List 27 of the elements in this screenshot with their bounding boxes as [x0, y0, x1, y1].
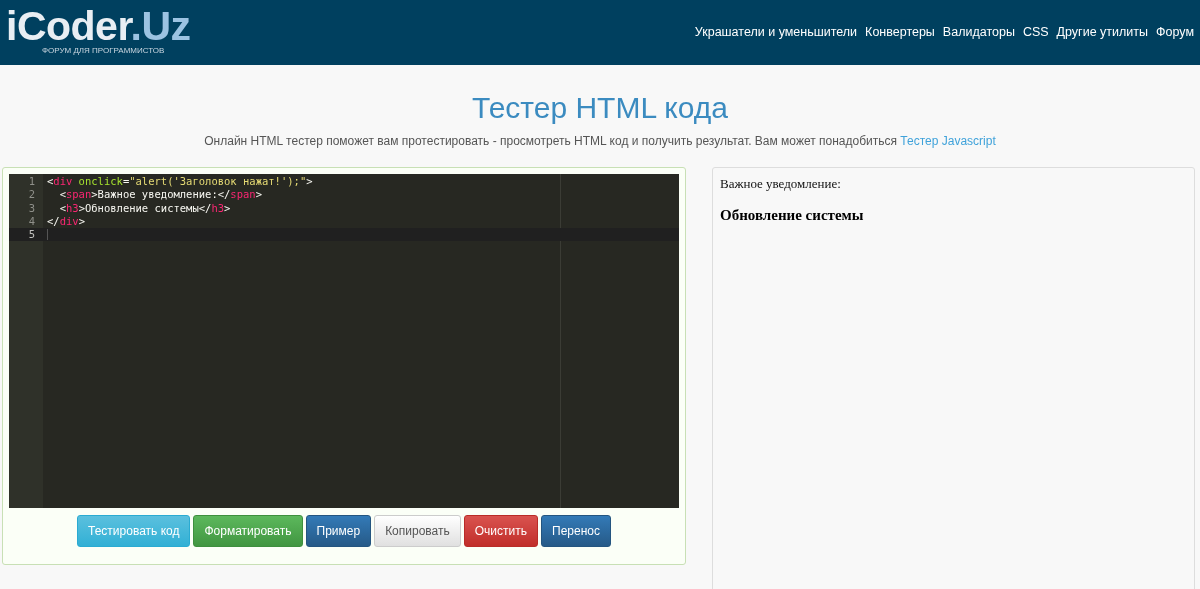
code-line: <span>Важное уведомление:</span>	[58, 188, 262, 202]
action-button[interactable]: Перенос	[541, 515, 611, 547]
preview-heading: Обновление системы	[720, 207, 865, 224]
site-logo[interactable]: iCoder.Uz	[6, 4, 191, 47]
action-button[interactable]: Копировать	[374, 515, 461, 547]
code-line: <div onclick="alert('Заголовок нажат!');">	[47, 175, 313, 189]
intro-text: Онлайн HTML тестер поможет вам протестировать - просмотреть HTML код и получить результат. Вам может понадобиться Тестер Javascript	[203, 134, 997, 148]
line-number: 4	[27, 214, 36, 229]
page-title: Тестер HTML кода	[471, 90, 729, 126]
preview-text: Важное уведомление:	[720, 176, 842, 192]
nav-link[interactable]: Валидаторы	[942, 24, 1015, 39]
line-number: 5	[27, 228, 36, 242]
code-line: <h3>Обновление системы</h3>	[58, 201, 231, 215]
text-cursor	[47, 229, 48, 241]
action-button[interactable]: Очистить	[463, 515, 538, 547]
code-line: </div>	[47, 214, 85, 229]
nav-link[interactable]: CSS	[1022, 24, 1049, 39]
nav-link[interactable]: Конвертеры	[865, 24, 935, 39]
line-number: 2	[27, 188, 36, 202]
line-number: 3	[27, 201, 36, 215]
line-number: 1	[27, 175, 36, 189]
logo-tagline: ФОРУМ ДЛЯ ПРОГРАММИСТОВ	[42, 45, 166, 55]
nav-link[interactable]: Другие утилиты	[1056, 24, 1148, 39]
code-editor[interactable]: 1 <div onclick="alert('Заголовок нажат!');"> 2 <span>Важное уведомление:</span> 3 <h3>Обновление системы</h3> 4 </div> 5	[9, 174, 679, 508]
nav-link[interactable]: Форум	[1156, 24, 1194, 39]
nav-link[interactable]: Украшатели и уменьшители	[694, 24, 858, 39]
action-button[interactable]: Пример	[305, 515, 372, 547]
